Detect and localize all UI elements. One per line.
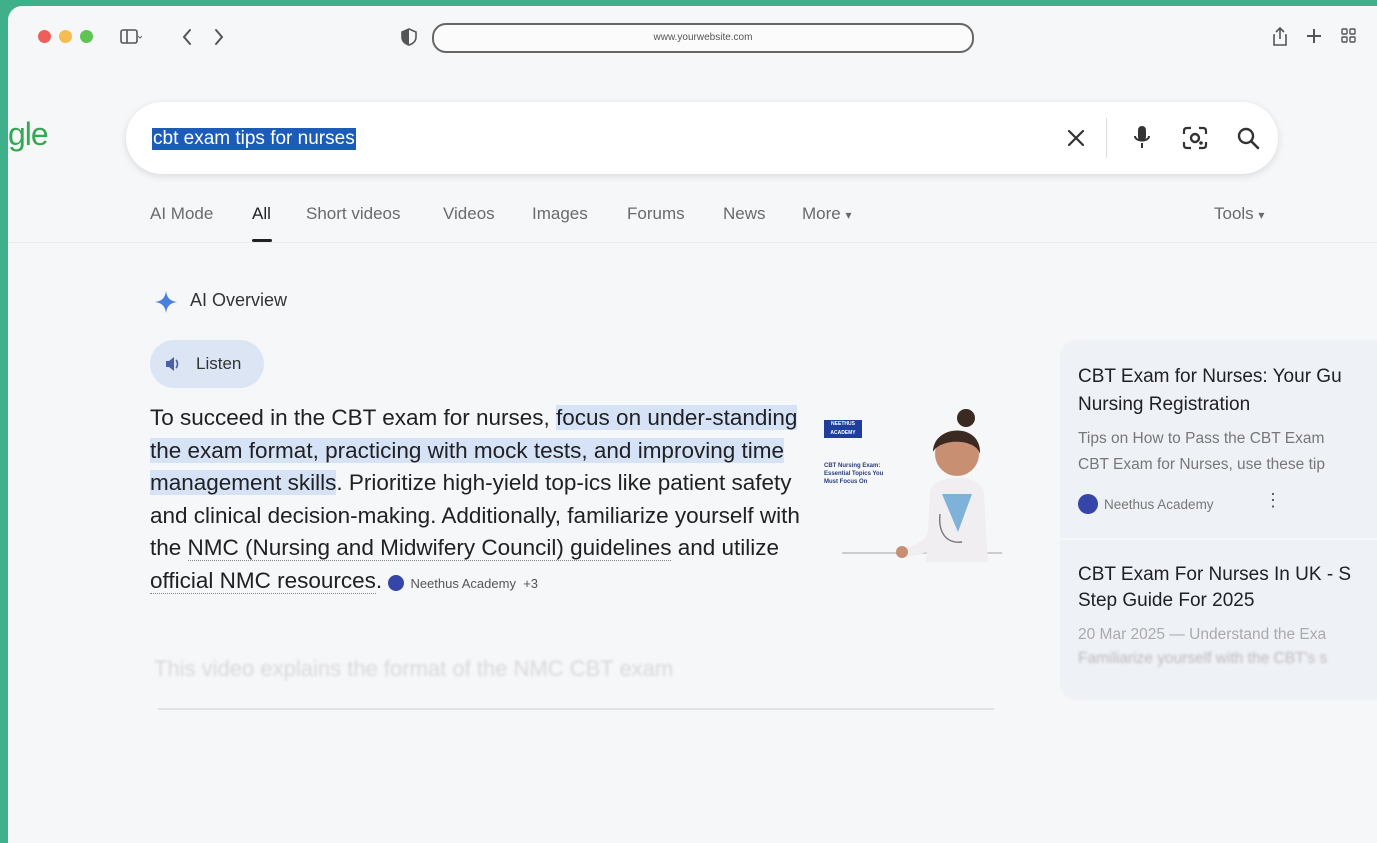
google-logo[interactable]: gle [8,114,49,154]
source-favicon [1078,494,1098,514]
thumbnail-caption: CBT Nursing Exam: Essential Topics You M… [824,463,884,485]
result-snippet-line2: CBT Exam for Nurses, use these tip [1078,456,1325,473]
overview-intro: To succeed in the CBT exam for nurses, [150,405,557,430]
clear-search-icon[interactable] [1066,128,1086,153]
tab-more[interactable]: More ▾ [802,204,852,224]
nmc-guidelines-link[interactable]: NMC (Nursing and Midwifery Council) guid… [187,535,672,561]
browser-window: www.yourwebsite.com gle cbt exam tips fo… [8,6,1377,843]
thumbnail-badge: NEETHUS ACADEMY [824,420,862,438]
tab-ai-mode[interactable]: AI Mode [150,204,213,224]
tab-more-label: More [802,204,841,223]
result-snippet-line2: Familiarize yourself with the CBT's s [1078,650,1328,667]
chevron-down-icon: ▾ [845,208,852,222]
search-box[interactable]: cbt exam tips for nurses [126,102,1278,174]
back-icon[interactable] [180,27,194,50]
overview-connector: and utilize [671,535,780,560]
nmc-resources-link[interactable]: official NMC resources [150,567,376,594]
more-options-icon[interactable]: ⋮ [1264,490,1282,511]
source-favicon [388,574,405,591]
sidebar-toggle-icon[interactable] [120,28,143,49]
tab-news[interactable]: News [723,204,766,224]
tab-short-videos[interactable]: Short videos [306,204,401,224]
result-title[interactable]: CBT Exam for Nurses: Your Gu [1078,364,1342,390]
tools-label: Tools [1214,204,1254,223]
result-snippet: Tips on How to Pass the CBT Exam [1078,430,1325,447]
source-name: Neethus Academy [410,575,516,591]
source-chip[interactable]: Neethus Academy +3 [388,574,539,591]
tab-videos[interactable]: Videos [443,204,495,224]
result-title-line2[interactable]: Step Guide For 2025 [1078,588,1254,614]
search-box-divider [1106,118,1107,158]
tab-all[interactable]: All [252,204,271,224]
forward-icon[interactable] [212,27,226,50]
result-separator [1060,538,1377,540]
lens-search-icon[interactable] [1182,126,1208,155]
listen-label: Listen [196,354,242,373]
share-icon[interactable] [1272,26,1288,49]
video-thumbnail[interactable]: NEETHUS ACADEMY CBT Nursing Exam: Essent… [812,402,1012,570]
tab-overview-icon[interactable] [1341,28,1357,47]
search-icon[interactable] [1236,126,1260,155]
address-bar[interactable]: www.yourwebsite.com [432,23,974,53]
chevron-down-icon: ▾ [1258,208,1265,222]
privacy-shield-icon[interactable] [401,28,417,49]
close-window-button[interactable] [38,30,51,43]
result-snippet: 20 Mar 2025 — Understand the Exa [1078,626,1327,643]
ai-spark-icon [154,290,178,319]
logo-letters: gle [8,116,49,152]
new-tab-icon[interactable] [1305,26,1323,49]
minimize-window-button[interactable] [59,30,72,43]
result-title-line2[interactable]: Nursing Registration [1078,392,1250,418]
browser-toolbar: www.yourwebsite.com [8,6,1377,68]
ai-overview-heading: AI Overview [190,290,288,310]
tools-button[interactable]: Tools ▾ [1214,204,1264,224]
source-results-panel: CBT Exam for Nurses: Your Gu Nursing Reg… [1060,340,1377,700]
result-source[interactable]: Neethus Academy [1078,494,1214,514]
listen-button[interactable]: Listen [150,340,264,388]
search-query-selection[interactable]: cbt exam tips for nurses [152,128,356,150]
ai-overview-text: To succeed in the CBT exam for nurses, f… [150,402,800,600]
voice-search-icon[interactable] [1132,124,1152,157]
tab-images[interactable]: Images [532,204,588,224]
source-more-count: +3 [523,575,539,591]
result-title[interactable]: CBT Exam For Nurses In UK - S [1078,562,1351,588]
result-source-name: Neethus Academy [1104,497,1214,512]
zoom-window-button[interactable] [80,30,93,43]
overview-end: . [375,567,383,593]
speaker-icon [164,356,182,377]
tab-forums[interactable]: Forums [627,204,685,224]
header-divider [8,242,1377,243]
video-description-faded: This video explains the format of the NM… [154,656,674,681]
content-divider [158,708,994,710]
